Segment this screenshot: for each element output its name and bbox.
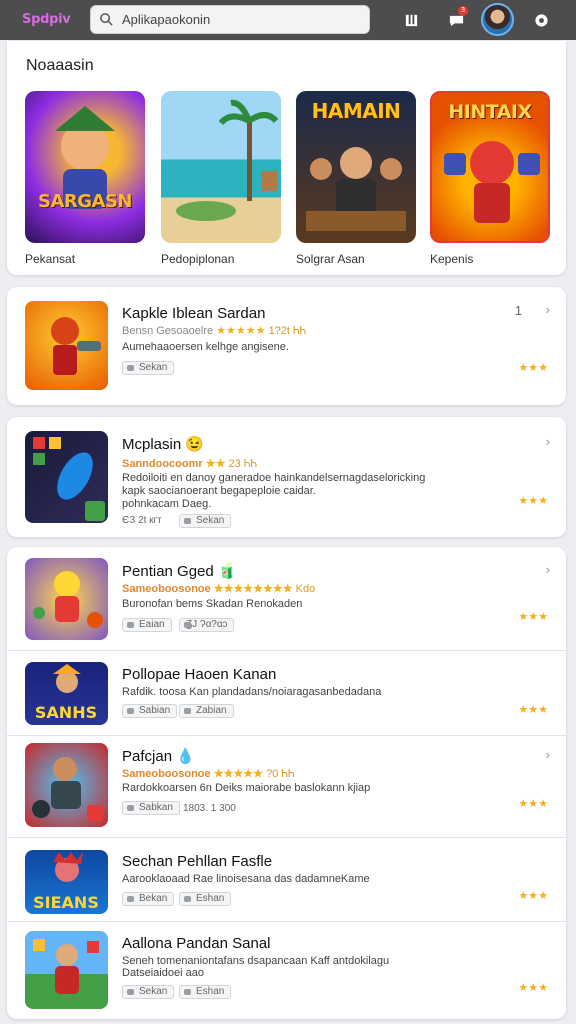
app-title[interactable]: Pafcjan 💧: [122, 747, 195, 765]
divider: [7, 650, 566, 651]
divider: [7, 837, 566, 838]
app-title[interactable]: Aallona Pandan Sanal: [122, 935, 270, 952]
app-description: pohnkacam Daeg.: [122, 498, 212, 510]
top-bar: Spdpiv Aplikapaokonin 3: [0, 0, 576, 40]
svg-text:SANHS: SANHS: [35, 703, 97, 722]
app-thumbnail: [25, 743, 108, 827]
tag-chip[interactable]: Sekan: [122, 985, 175, 999]
app-size: ЄЗ 2t кгт: [122, 515, 162, 526]
avatar[interactable]: [481, 3, 514, 36]
featured-tile-1[interactable]: SARGASN: [25, 91, 145, 243]
search-bar[interactable]: Aplikapaokonin: [90, 5, 370, 34]
app-description: Aarooklaoaad Rae linoisesana das dadamne…: [122, 873, 370, 885]
tag-chip[interactable]: Sabian: [122, 704, 178, 718]
app-description: Redoiloiti en danoy ganeradoe hainkandel…: [122, 472, 426, 484]
bookmark-icon[interactable]: [401, 10, 421, 30]
featured-label[interactable]: Pedopiplonan: [161, 252, 234, 266]
divider: [7, 735, 566, 736]
app-description: Aumehaaoersen kelhge angisene.: [122, 341, 289, 353]
app-title[interactable]: Pentian Gged 🧃: [122, 562, 237, 580]
app-title[interactable]: Sechan Pehllan Fasfle: [122, 853, 272, 870]
featured-art-title: SARGASN: [38, 191, 133, 212]
app-meta: Bensn Gesoaoelre ★★★★★ 1?2t ᏂᏂ: [122, 325, 307, 337]
featured-section: Noaaasin SARGASN Pekansat Pedopiplonan H…: [7, 41, 566, 275]
notification-badge: 3: [458, 6, 468, 16]
app-description: Datseiaidoei aao: [122, 967, 204, 979]
tag-chip[interactable]: Eshan: [179, 985, 232, 999]
rating-stars: ★★★: [518, 611, 548, 623]
tag-chip[interactable]: Eaian: [122, 618, 172, 632]
chevron-right-icon[interactable]: ›: [546, 562, 550, 577]
app-thumbnail: [25, 431, 108, 523]
app-thumbnail: [25, 558, 108, 640]
app-description: kapk saocianoerant begapeploie caidar.: [122, 485, 316, 497]
app-size: 1803. 1 300: [183, 803, 236, 814]
search-icon: [100, 13, 113, 26]
rating-stars: ★★★: [518, 495, 548, 507]
app-thumbnail: [25, 301, 108, 390]
featured-label[interactable]: Kepenis: [430, 252, 473, 266]
featured-tile-3[interactable]: HAMAIN: [296, 91, 416, 243]
rating-stars: ★★★: [518, 362, 548, 374]
rating-stars: ★★★: [518, 982, 548, 994]
rating-stars: ★★★: [518, 704, 548, 716]
featured-tile-4[interactable]: HINTAIX: [430, 91, 550, 243]
app-description: Buronofan bems Skadan Renokaden: [122, 598, 303, 610]
rating-stars: ★★★: [518, 798, 548, 810]
app-title[interactable]: Mcplasin 😉: [122, 435, 204, 453]
app-title[interactable]: Kapkle Iblean Sardan: [122, 305, 265, 322]
app-description: Rardokkoarsen 6n Deiks maiorabe baslokan…: [122, 782, 371, 794]
app-meta: Sameoboosonoe ★★★★★★★★ Kdo: [122, 583, 316, 595]
featured-label[interactable]: Solgrar Asan: [296, 252, 365, 266]
app-title[interactable]: Pollopae Haoen Kanan: [122, 666, 276, 683]
app-thumbnail: SIEANS: [25, 850, 108, 914]
featured-label[interactable]: Pekansat: [25, 252, 75, 266]
tag-chip[interactable]: ƷJ Ɂɑ?ɑɔ: [179, 618, 235, 632]
chevron-right-icon[interactable]: ›: [546, 434, 550, 449]
tag-chip[interactable]: Sabkan: [122, 801, 180, 815]
featured-art-title: HAMAIN: [311, 99, 401, 123]
featured-heading: Noaaasin: [26, 57, 94, 74]
featured-art-title: HINTAIX: [448, 101, 532, 123]
tag-chip[interactable]: Zabian: [179, 704, 234, 718]
app-description: Rafdik. toosa Kan plandadans/noiaragasan…: [122, 686, 382, 698]
settings-icon[interactable]: [531, 10, 551, 30]
app-thumbnail: SANHS: [25, 662, 108, 725]
rating-stars: ★★★: [518, 890, 548, 902]
tag-chip[interactable]: Bekan: [122, 892, 175, 906]
chevron-right-icon[interactable]: ›: [546, 747, 550, 762]
svg-text:SIEANS: SIEANS: [33, 893, 99, 912]
rank-number: 1: [514, 303, 522, 318]
game-art-image: [55, 106, 115, 209]
beach-art-image: [176, 99, 279, 221]
tag-chip[interactable]: Sekan: [122, 361, 175, 375]
divider: [7, 921, 566, 922]
tag-chip[interactable]: Eshan: [179, 892, 232, 906]
chat-icon[interactable]: 3: [446, 6, 468, 30]
app-meta: Sanndoocoomr ★★ 23 ᏂᏂ: [122, 458, 258, 470]
app-logo[interactable]: Spdpiv: [22, 12, 71, 27]
chevron-right-icon[interactable]: ›: [546, 302, 550, 317]
app-meta: Sameoboosonoe ★★★★★ ?0 ᏂᏂ: [122, 768, 295, 780]
search-input[interactable]: Aplikapaokonin: [122, 12, 210, 27]
app-thumbnail: [25, 931, 108, 1009]
featured-tile-2[interactable]: [161, 91, 281, 243]
tag-chip[interactable]: Sekan: [179, 514, 232, 528]
